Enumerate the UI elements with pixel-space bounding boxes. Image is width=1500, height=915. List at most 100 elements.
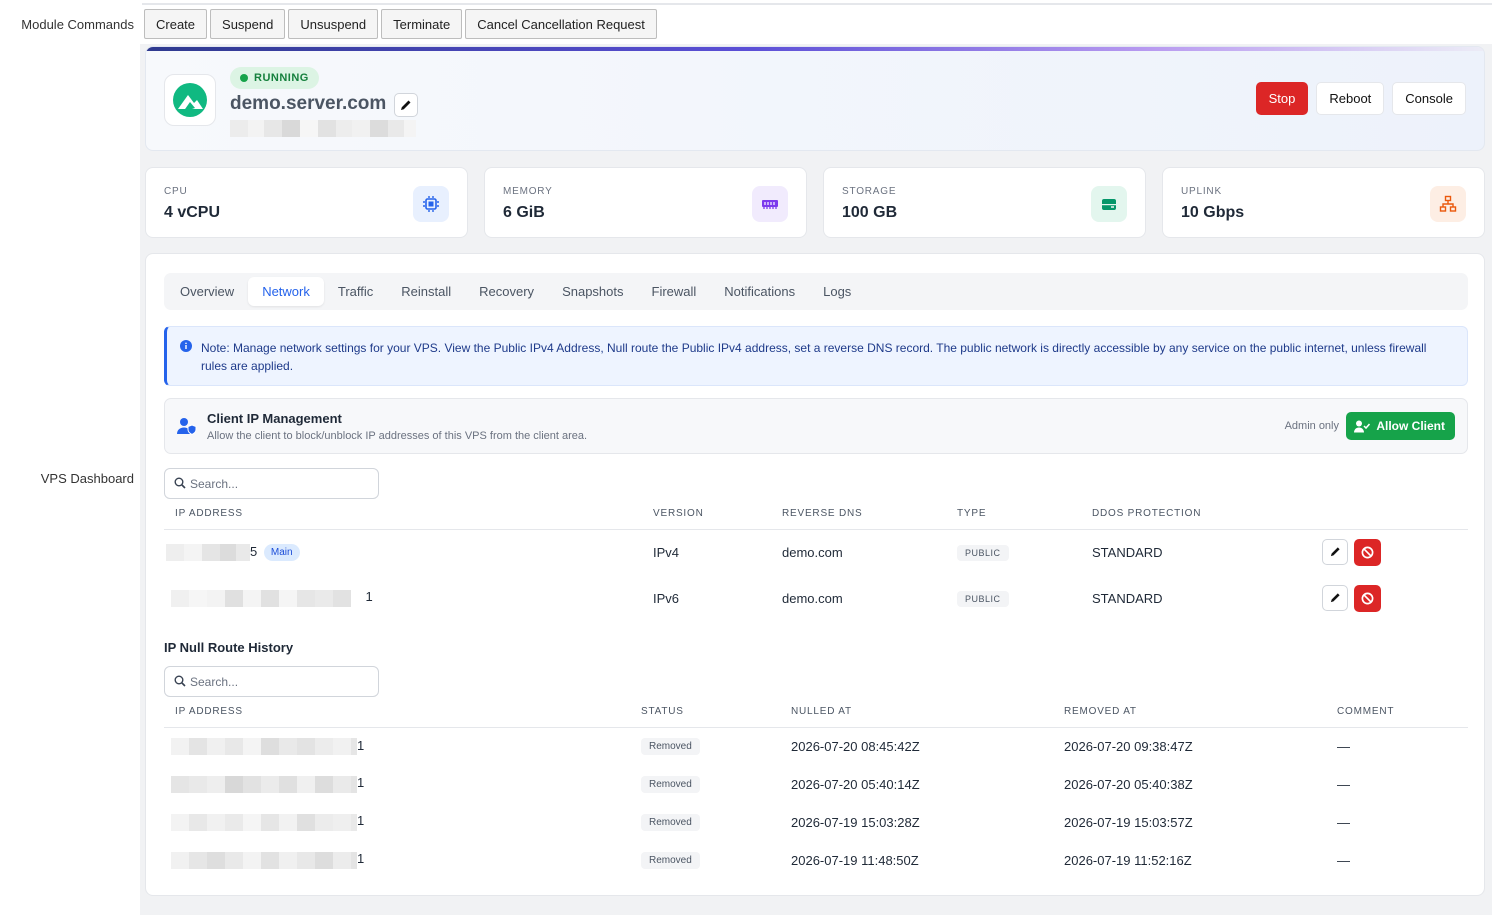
table-header-row: IP ADDRESS STATUS NULLED AT REMOVED AT C…	[164, 697, 1468, 728]
info-icon	[180, 340, 192, 352]
ip-suffix: 1	[357, 851, 365, 867]
memory-icon	[752, 186, 788, 222]
client-ip-description: Allow the client to block/unblock IP add…	[207, 430, 588, 442]
ip-search-input[interactable]	[190, 469, 375, 498]
removed-at-cell: 2026-07-20 05:40:38Z	[1064, 776, 1193, 792]
col-type: TYPE	[946, 499, 1081, 530]
comment-cell: —	[1337, 738, 1350, 754]
version-cell: IPv4	[653, 544, 680, 560]
version-cell: IPv6	[653, 590, 680, 606]
rdns-cell: demo.com	[782, 544, 843, 560]
comment-cell: —	[1337, 852, 1350, 868]
removed-at-cell: 2026-07-19 15:03:57Z	[1064, 814, 1193, 830]
tab-network[interactable]: Network	[248, 277, 324, 306]
stat-caption: MEMORY	[503, 186, 553, 197]
comment-cell: —	[1337, 814, 1350, 830]
client-ip-management: Client IP Management Allow the client to…	[164, 398, 1468, 454]
type-badge: PUBLIC	[957, 590, 1009, 607]
null-route-search-input[interactable]	[190, 667, 375, 696]
stat-caption: UPLINK	[1181, 186, 1222, 197]
memory-stat-card: MEMORY 6 GiB	[484, 167, 807, 238]
top-divider	[142, 3, 1492, 5]
network-icon	[1430, 186, 1466, 222]
ip-cell: 1	[164, 765, 630, 803]
client-ip-title: Client IP Management	[207, 411, 342, 426]
terminate-button[interactable]: Terminate	[381, 9, 463, 39]
nulled-at-cell: 2026-07-19 11:48:50Z	[791, 852, 919, 868]
ddos-cell: STANDARD	[1092, 590, 1163, 606]
null-route-history-title: IP Null Route History	[164, 640, 294, 655]
table-header-row: IP ADDRESS VERSION REVERSE DNS TYPE DDOS…	[164, 499, 1468, 530]
pencil-icon	[1330, 547, 1340, 557]
module-commands-toolbar: Create Suspend Unsuspend Terminate Cance…	[144, 9, 657, 39]
power-actions: Stop Reboot Console	[1255, 82, 1466, 115]
rdns-cell: demo.com	[782, 590, 843, 606]
stat-value: 4 vCPU	[164, 204, 221, 221]
cpu-icon	[413, 186, 449, 222]
suspend-button[interactable]: Suspend	[210, 9, 286, 39]
ip-suffix: 1	[365, 589, 373, 605]
main-ip-badge: Main	[263, 543, 300, 561]
col-removed-at: REMOVED AT	[1053, 697, 1326, 728]
table-row: 1 Removed 2026-07-19 15:03:28Z 2026-07-1…	[164, 803, 1468, 841]
header-gradient-bar	[146, 47, 1484, 51]
tab-overview[interactable]: Overview	[166, 277, 248, 306]
edit-rdns-button[interactable]	[1322, 538, 1348, 565]
tab-logs[interactable]: Logs	[809, 277, 865, 306]
redacted-ip	[171, 589, 351, 607]
null-route-search-box	[164, 666, 379, 697]
pencil-icon	[1330, 593, 1340, 603]
null-route-table: IP ADDRESS STATUS NULLED AT REMOVED AT C…	[164, 697, 1468, 879]
table-row: 1 Removed 2026-07-20 08:45:42Z 2026-07-2…	[164, 727, 1468, 765]
null-route-button[interactable]	[1354, 538, 1381, 566]
tab-traffic[interactable]: Traffic	[324, 277, 387, 306]
tab-notifications[interactable]: Notifications	[710, 277, 809, 306]
allow-client-label: Allow Client	[1376, 419, 1445, 433]
reboot-button[interactable]: Reboot	[1316, 82, 1385, 115]
tab-recovery[interactable]: Recovery	[465, 277, 548, 306]
unsuspend-button[interactable]: Unsuspend	[288, 9, 379, 39]
col-comment: COMMENT	[1326, 697, 1468, 728]
removed-at-cell: 2026-07-19 11:52:16Z	[1064, 852, 1192, 868]
status-cell: Removed	[630, 841, 780, 879]
edit-hostname-button[interactable]	[394, 93, 418, 117]
status-text: RUNNING	[254, 72, 309, 84]
status-dot-icon	[240, 74, 248, 82]
null-route-button[interactable]	[1354, 584, 1381, 612]
status-badge: Removed	[641, 814, 700, 831]
table-row: 5 Main IPv4 demo.com PUBLIC STANDARD	[164, 529, 1468, 575]
type-cell: PUBLIC	[946, 575, 1081, 621]
ip-suffix: 1	[357, 813, 365, 829]
user-check-icon	[1354, 420, 1371, 432]
console-button[interactable]: Console	[1392, 82, 1466, 115]
status-cell: Removed	[630, 803, 780, 841]
removed-at-cell: 2026-07-20 09:38:47Z	[1064, 738, 1193, 754]
status-badge: Removed	[641, 852, 700, 869]
redacted-ip	[171, 737, 357, 755]
actions-cell	[1311, 575, 1468, 621]
ip-cell: 1	[164, 727, 630, 765]
allow-client-button[interactable]: Allow Client	[1346, 412, 1455, 440]
stop-button[interactable]: Stop	[1255, 82, 1309, 115]
nulled-at-cell: 2026-07-19 15:03:28Z	[791, 814, 920, 830]
redacted-ip	[171, 775, 357, 793]
user-shield-icon	[177, 418, 197, 435]
os-logo-icon	[164, 74, 216, 126]
uplink-stat-card: UPLINK 10 Gbps	[1162, 167, 1485, 238]
tab-reinstall[interactable]: Reinstall	[387, 277, 465, 306]
tab-firewall[interactable]: Firewall	[638, 277, 711, 306]
redacted-ip	[171, 851, 357, 869]
create-button[interactable]: Create	[144, 9, 208, 39]
col-ddos-protection: DDOS PROTECTION	[1081, 499, 1311, 530]
storage-icon	[1091, 186, 1127, 222]
ip-suffix: 5	[250, 543, 258, 559]
stat-value: 100 GB	[842, 204, 898, 221]
cancel-cancellation-button[interactable]: Cancel Cancellation Request	[465, 9, 657, 39]
tab-bar: Overview Network Traffic Reinstall Recov…	[164, 273, 1468, 310]
tab-snapshots[interactable]: Snapshots	[548, 277, 637, 306]
edit-rdns-button[interactable]	[1322, 584, 1348, 611]
search-icon	[174, 675, 186, 687]
ip-cell: 5 Main	[164, 529, 642, 575]
actions-cell	[1311, 529, 1468, 575]
storage-stat-card: STORAGE 100 GB	[823, 167, 1146, 238]
